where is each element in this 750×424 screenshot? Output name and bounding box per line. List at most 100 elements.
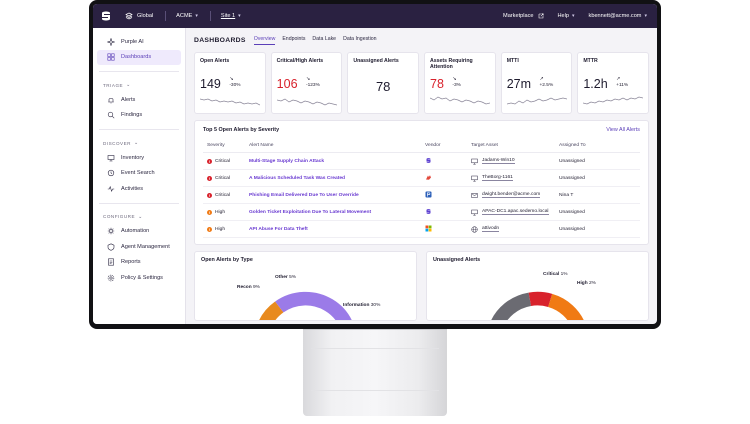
column-header[interactable]: Alert Name — [245, 143, 421, 153]
sidebar-item-label: Findings — [121, 112, 143, 119]
help-menu[interactable]: Help ▾ — [558, 13, 575, 19]
site-selector[interactable]: Site 1 ▾ — [221, 13, 241, 19]
sidebar-item-dashboards[interactable]: Dashboards — [97, 49, 181, 65]
table-row[interactable]: ! Critical Phishing Email Delivered Due T… — [203, 186, 640, 204]
donut-slice-recon[interactable] — [259, 301, 284, 320]
sidebar-item-inventory[interactable]: Inventory — [97, 150, 181, 166]
severity-cell: ! High — [207, 226, 245, 232]
trend-value: -123% — [305, 83, 320, 88]
metric-card-unassigned[interactable]: Unassigned Alerts 78 — [347, 52, 420, 114]
scope-selector[interactable]: Global — [125, 12, 153, 20]
table-row[interactable]: ! Critical A Malicious Scheduled Task Was… — [203, 169, 640, 187]
column-header[interactable]: Vendor — [421, 143, 467, 153]
sparkline — [506, 97, 567, 105]
alert-name-link[interactable]: Multi-Stage Supply Chain Attack — [249, 159, 324, 164]
chevron-down-icon: ▾ — [238, 13, 241, 19]
metric-card-open-alerts[interactable]: Open Alerts 149 ↘ -30% — [194, 52, 266, 114]
metric-title: MTTI — [506, 58, 519, 64]
sidebar-item-event-search[interactable]: Event Search — [97, 166, 181, 182]
assignee: Nina T — [555, 186, 640, 204]
inventory-icon — [107, 154, 115, 162]
donut-slice-rest[interactable] — [491, 292, 532, 320]
tab-data-lake[interactable]: Data Lake — [312, 36, 336, 44]
table-header-row: Severity Alert Name Vendor Target Asset … — [203, 143, 640, 153]
separator — [209, 11, 211, 21]
metric-card-assets-attention[interactable]: Assets Requiring Attention 78 ↘ -3% — [424, 52, 496, 114]
section-configure[interactable]: CONFIGURE ⌄ — [93, 204, 185, 224]
severity-cell: ! Critical — [207, 175, 245, 181]
metric-card-mtti[interactable]: MTTI 27m ↗ +2.5% — [500, 52, 573, 114]
alert-name-link[interactable]: Golden Ticket Exploitation Due To Latera… — [249, 210, 371, 215]
trend-value: -30% — [229, 83, 241, 88]
sidebar-item-purple-ai[interactable]: Purple AI — [97, 34, 181, 50]
sidebar-item-label: Purple AI — [121, 38, 144, 45]
monitor-icon — [471, 209, 478, 215]
section-title: TRIAGE — [103, 82, 124, 88]
asset-name: TheBorg-1161 — [482, 175, 513, 181]
target-asset[interactable]: APAC-DC1.apac.sedemo.local — [471, 209, 555, 216]
metric-title: Assets Requiring Attention — [430, 58, 473, 71]
sidebar-item-alerts[interactable]: Alerts — [97, 92, 181, 108]
severity-cell: ! High — [207, 209, 245, 215]
sidebar-item-activities[interactable]: Activities — [97, 181, 181, 197]
column-header[interactable]: Assigned To — [555, 143, 640, 153]
table-row[interactable]: ! High Golden Ticket Exploitation Due To … — [203, 203, 640, 221]
user-email: kbennett@acme.com — [588, 13, 642, 19]
donut-slice-critical[interactable] — [528, 291, 553, 308]
donut-slice-high[interactable] — [547, 293, 584, 320]
column-header[interactable]: Severity — [203, 143, 245, 153]
tab-data-ingestion[interactable]: Data Ingestion — [343, 36, 376, 44]
unassigned-alerts-panel: Unassigned Alerts Critical 1% High 2% — [426, 251, 649, 321]
sidebar-item-policy-settings[interactable]: Policy & Settings — [97, 270, 181, 286]
severity-label: High — [215, 226, 226, 232]
metric-card-critical-high[interactable]: Critical/High Alerts 106 ↘ -123% — [270, 52, 343, 114]
sidebar-item-label: Dashboards — [121, 54, 152, 61]
marketplace-label: Marketplace — [503, 13, 534, 19]
search-icon — [107, 170, 115, 177]
metric-trend: ↗ +11% — [616, 77, 628, 89]
sidebar-item-automation[interactable]: Automation — [97, 224, 181, 240]
asset-name: Jadams-Win10 — [482, 158, 515, 164]
alert-name-link[interactable]: API Abuse For Data Theft — [249, 227, 308, 232]
sidebar-item-label: Activities — [121, 185, 144, 192]
marketplace-link[interactable]: Marketplace — [503, 13, 543, 19]
findings-icon — [107, 112, 115, 119]
metric-title: Unassigned Alerts — [353, 58, 399, 64]
sidebar-item-agent-management[interactable]: Agent Management — [97, 239, 181, 255]
section-triage[interactable]: TRIAGE ⌄ — [93, 72, 185, 92]
sentinel-logo-icon[interactable] — [99, 9, 113, 23]
target-asset[interactable]: TheBorg-1161 — [471, 175, 555, 182]
target-asset[interactable]: dwight.bender@acme.com — [471, 192, 555, 199]
view-all-alerts-link[interactable]: View All Alerts — [606, 127, 640, 133]
table-row[interactable]: ! High API Abuse For Data Theft attivodn … — [203, 220, 640, 238]
panel-title: Top 5 Open Alerts by Severity — [203, 127, 280, 133]
table-row[interactable]: ! Critical Multi-Stage Supply Chain Attac… — [203, 152, 640, 170]
metric-value: 27m — [506, 77, 532, 91]
dashboard-header: DASHBOARDS Overview Endpoints Data Lake … — [194, 34, 649, 46]
sidebar-item-findings[interactable]: Findings — [97, 108, 181, 124]
section-title: DISCOVER — [103, 140, 131, 146]
section-discover[interactable]: DISCOVER ⌄ — [93, 130, 185, 150]
sentinelone-vendor-icon — [426, 208, 431, 214]
donut-label-information: Information 30% — [343, 303, 381, 308]
user-menu[interactable]: kbennett@acme.com ▾ — [589, 13, 647, 19]
help-label: Help — [557, 13, 570, 19]
metric-title: MTTR — [583, 58, 598, 64]
sidebar-item-reports[interactable]: Reports — [97, 255, 181, 271]
reports-icon — [108, 258, 114, 266]
metric-card-mttr[interactable]: MTTR 1.2h ↗ +11% — [577, 52, 650, 114]
tab-endpoints[interactable]: Endpoints — [282, 36, 305, 44]
severity-label: High — [215, 209, 226, 215]
target-asset[interactable]: attivodn — [471, 225, 555, 233]
severity-label: Critical — [215, 158, 230, 164]
alert-name-link[interactable]: Phishing Email Delivered Due To User Ove… — [249, 193, 359, 198]
tab-overview[interactable]: Overview — [253, 36, 276, 45]
column-header[interactable]: Target Asset — [467, 143, 555, 153]
alert-name-link[interactable]: A Malicious Scheduled Task Was Created — [249, 176, 345, 181]
target-asset[interactable]: Jadams-Win10 — [471, 158, 555, 165]
donut-label-recon: Recon 9% — [237, 285, 260, 290]
donut-slice-information[interactable] — [275, 291, 352, 320]
sidebar-item-label: Agent Management — [121, 243, 170, 250]
account-selector[interactable]: ACME ▾ — [176, 13, 198, 19]
severity-label: Critical — [215, 192, 230, 198]
